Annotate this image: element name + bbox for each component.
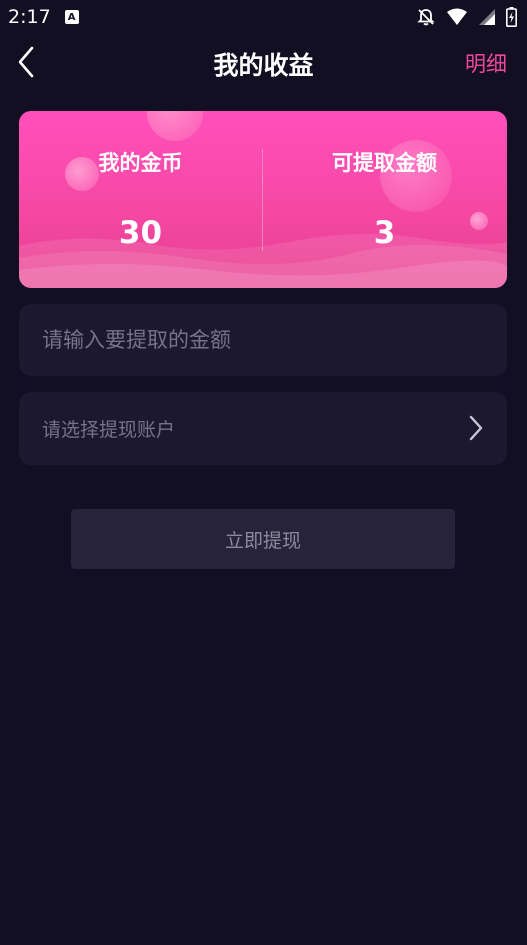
withdrawable-label: 可提取金额 — [332, 151, 437, 175]
withdraw-button[interactable]: 立即提现 — [71, 509, 455, 569]
withdrawable-value: 3 — [373, 215, 396, 251]
chevron-right-icon — [469, 415, 483, 441]
coins-label: 我的金币 — [98, 151, 183, 175]
page-title: 我的收益 — [213, 51, 314, 80]
header: 我的收益 明细 — [0, 34, 527, 90]
account-selector-label: 请选择提现账户 — [42, 419, 176, 441]
earnings-card: 我的金币 30 可提取金额 3 — [19, 111, 507, 288]
status-time: 2:17 — [8, 6, 51, 28]
wifi-icon — [447, 8, 467, 25]
amount-field — [19, 304, 507, 376]
detail-link[interactable]: 明细 — [465, 48, 507, 78]
decorative-bubble — [147, 111, 203, 141]
accessibility-icon: A — [64, 10, 79, 24]
amount-input[interactable] — [42, 328, 482, 352]
status-bar: 2:17 A — [0, 0, 527, 34]
status-icons — [416, 7, 517, 27]
notifications-off-icon — [417, 9, 435, 26]
account-selector[interactable]: 请选择提现账户 — [19, 392, 507, 465]
coins-value: 30 — [118, 215, 163, 251]
signal-icon — [479, 9, 495, 25]
battery-charging-icon — [506, 7, 517, 27]
withdrawable-column: 可提取金额 3 — [263, 147, 506, 251]
coins-column: 我的金币 30 — [19, 147, 262, 251]
